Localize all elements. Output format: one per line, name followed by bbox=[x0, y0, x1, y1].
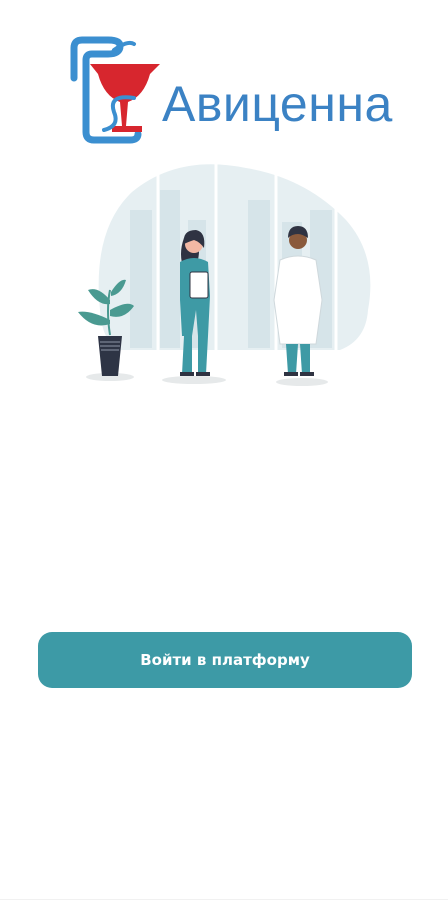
bowl-of-hygieia-icon bbox=[70, 36, 160, 144]
app-logo: Авиценна bbox=[68, 34, 392, 146]
app-name: Авиценна bbox=[162, 76, 393, 132]
medical-staff-illustration bbox=[78, 164, 371, 386]
login-button[interactable]: Войти в платформу bbox=[38, 632, 412, 688]
